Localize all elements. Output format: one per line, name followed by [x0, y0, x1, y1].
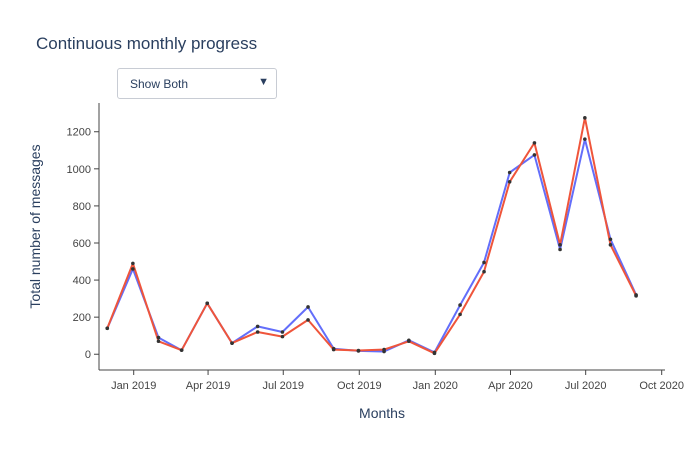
series-2-point	[179, 348, 184, 352]
x-tick-label: Jul 2019	[262, 380, 304, 392]
series-1-point	[131, 267, 135, 271]
series-1-point	[306, 305, 310, 309]
series-1-point	[156, 335, 161, 340]
series-1-point	[280, 330, 285, 334]
series-2-point	[105, 326, 110, 331]
x-axis-title: Months	[359, 405, 405, 421]
x-tick-label: Apr 2019	[186, 380, 231, 392]
series-2-line	[106, 116, 637, 355]
series-2-point	[407, 339, 411, 344]
series-1-point	[583, 137, 587, 141]
series-2-point	[306, 318, 310, 322]
series-2-point	[558, 243, 562, 247]
series-2-point	[280, 334, 285, 339]
x-tick-label: Oct 2020	[639, 380, 684, 392]
y-tick-label: 200	[73, 312, 91, 324]
series-2-point	[255, 330, 260, 334]
series-2-point	[156, 339, 161, 344]
series-1-point	[608, 237, 613, 242]
y-tick-label: 800	[73, 201, 91, 213]
x-tick-label: Jan 2019	[111, 380, 156, 392]
y-tick-label: 400	[73, 275, 91, 287]
x-tick-label: Jul 2020	[565, 380, 607, 392]
series-2-point	[382, 347, 386, 352]
series-2-point	[583, 116, 587, 120]
x-tick-label: Jan 2020	[413, 380, 458, 392]
series-1-line	[106, 138, 638, 354]
series-2-point	[532, 141, 537, 145]
series-1-point	[507, 170, 512, 175]
series-1-point	[458, 303, 462, 307]
y-axis-title: Total number of messages	[27, 144, 43, 308]
series-2-point	[634, 294, 638, 298]
line-chart: 0 200 400 600 800 1000 1200 Jan 2019 Apr 2019 Ju…	[27, 103, 684, 421]
series-2-point	[608, 243, 613, 247]
series-2-point	[205, 301, 210, 306]
series-1-point	[255, 324, 260, 329]
series-2-point	[230, 341, 234, 345]
series-2-point	[356, 348, 361, 353]
series-layer	[105, 116, 638, 356]
y-tick-label: 600	[73, 238, 91, 250]
series-2-point	[458, 312, 462, 317]
series-2-point	[131, 261, 135, 266]
series-1-point	[482, 260, 486, 265]
y-tick-label: 1200	[67, 127, 91, 139]
series-2-point	[482, 269, 486, 274]
series-2-point	[432, 351, 437, 356]
series-2-point	[331, 347, 336, 352]
x-tick-label: Oct 2019	[337, 380, 382, 392]
y-ticks: 0 200 400 600 800 1000 1200	[67, 127, 99, 361]
y-tick-label: 0	[85, 349, 91, 361]
series-1-point	[532, 153, 537, 157]
y-tick-label: 1000	[67, 164, 91, 176]
series-1-point	[558, 247, 562, 252]
x-tick-label: Apr 2020	[488, 380, 533, 392]
x-ticks: Jan 2019 Apr 2019 Jul 2019 Oct 2019 Jan 2020…	[111, 370, 684, 392]
series-2-point	[507, 180, 512, 184]
